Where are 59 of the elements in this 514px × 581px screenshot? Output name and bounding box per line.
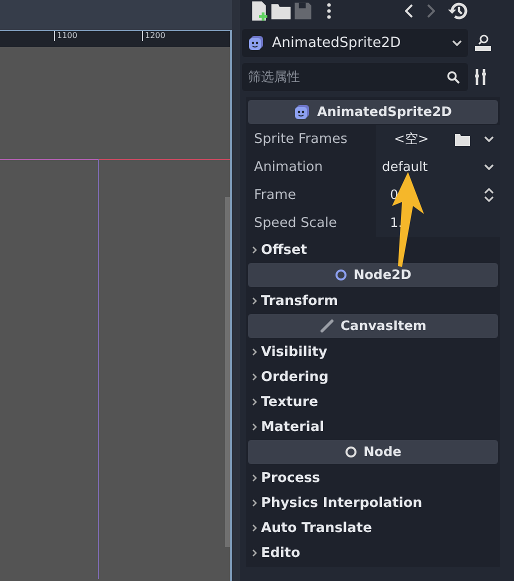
chevron-right-icon bbox=[252, 498, 257, 506]
value-text: 1. bbox=[390, 216, 402, 230]
tools-icon[interactable] bbox=[474, 69, 488, 85]
chevron-right-icon bbox=[252, 474, 257, 482]
value-text: 0 bbox=[390, 188, 398, 202]
scrollbar[interactable] bbox=[225, 197, 230, 547]
ring-icon bbox=[344, 446, 357, 458]
open-button[interactable] bbox=[270, 1, 292, 21]
dropdown-field[interactable]: default bbox=[376, 153, 500, 181]
chevron-right-icon bbox=[252, 524, 257, 532]
property-group[interactable]: Process bbox=[246, 465, 500, 490]
property-label: Animation bbox=[253, 159, 324, 175]
property-group[interactable]: Auto Translate bbox=[246, 515, 500, 540]
resource-field[interactable]: <空> bbox=[376, 125, 500, 153]
chevron-right-icon bbox=[252, 296, 257, 304]
more-icon bbox=[327, 3, 331, 19]
chevron-down-icon bbox=[452, 40, 462, 46]
property-label: Speed Scale bbox=[253, 215, 338, 231]
sprite-icon bbox=[248, 35, 264, 51]
property-group[interactable]: Ordering bbox=[246, 364, 500, 389]
ruler-label: 1200 bbox=[142, 31, 166, 41]
forward-icon bbox=[427, 4, 435, 18]
property-group[interactable]: Physics Interpolation bbox=[246, 490, 500, 515]
section-title: Node2D bbox=[354, 268, 412, 282]
property-group[interactable]: Edito bbox=[246, 540, 500, 565]
section-title: Node bbox=[364, 444, 402, 460]
chevron-down-icon bbox=[484, 136, 494, 142]
chevron-right-icon bbox=[252, 246, 257, 254]
number-field[interactable]: 1. bbox=[376, 209, 500, 237]
back-icon bbox=[405, 4, 413, 18]
ring-icon bbox=[334, 269, 347, 281]
pencil-icon bbox=[320, 319, 334, 333]
search-icon bbox=[447, 71, 460, 84]
property-group[interactable]: Transform bbox=[246, 288, 500, 313]
value-text: <空> bbox=[394, 131, 429, 148]
section-title: CanvasItem bbox=[340, 318, 426, 334]
property-label: Frame bbox=[253, 187, 298, 203]
property-label: Sprite Frames bbox=[253, 131, 348, 147]
sprite-icon bbox=[294, 104, 310, 120]
spin-arrows-icon bbox=[484, 188, 494, 202]
chevron-down-icon bbox=[484, 164, 494, 170]
node-selector[interactable]: AnimatedSprite2D bbox=[242, 29, 468, 57]
folder-icon bbox=[455, 132, 470, 146]
chevron-right-icon bbox=[252, 548, 257, 556]
chevron-right-icon bbox=[252, 398, 257, 406]
save-icon bbox=[292, 0, 314, 22]
chevron-right-icon bbox=[252, 348, 257, 356]
property-group[interactable]: Texture bbox=[246, 389, 500, 414]
ruler-label: 1100 bbox=[54, 31, 78, 41]
history-button[interactable] bbox=[448, 1, 470, 21]
filter-field[interactable]: 筛选属性 bbox=[242, 63, 468, 91]
section-title: AnimatedSprite2D bbox=[317, 104, 452, 120]
documentation-icon[interactable] bbox=[474, 34, 492, 52]
property-group[interactable]: Visibility bbox=[246, 339, 500, 364]
history-icon bbox=[448, 0, 470, 22]
chevron-right-icon bbox=[252, 372, 257, 380]
value-text: default bbox=[382, 160, 428, 174]
property-group[interactable]: Material bbox=[246, 414, 500, 439]
chevron-right-icon bbox=[252, 422, 257, 430]
